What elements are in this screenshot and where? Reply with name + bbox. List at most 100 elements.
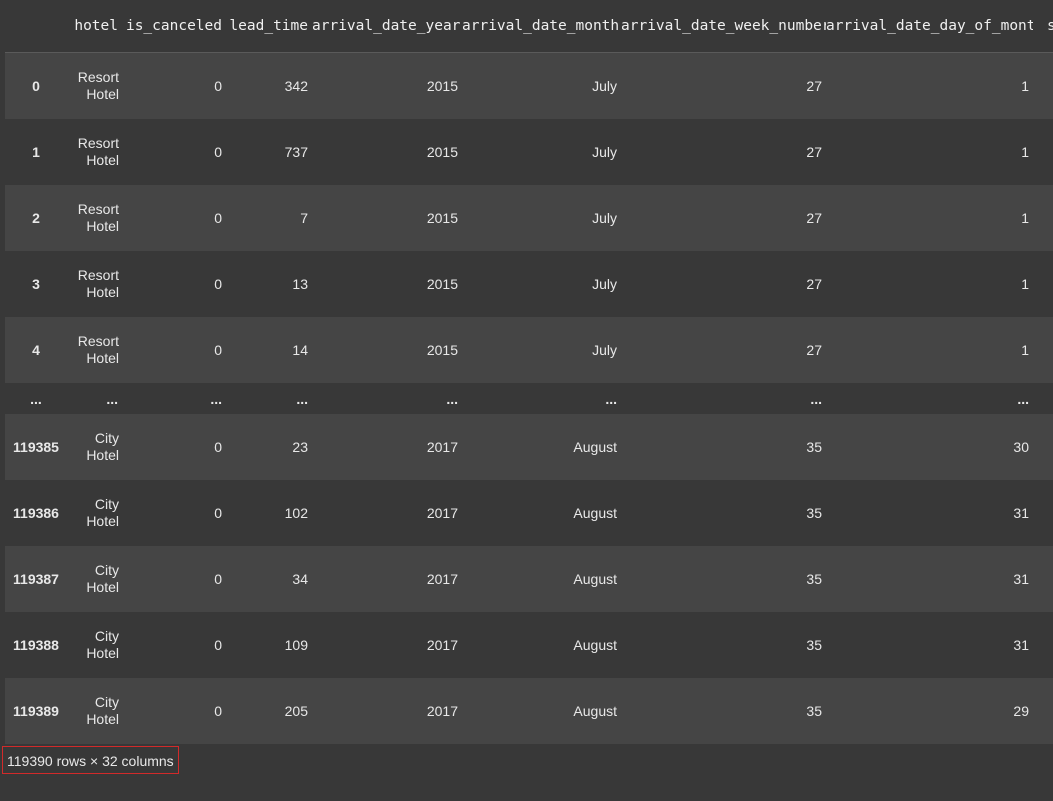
table-row: 119385 City Hotel 0 23 2017 August 35 30 (5, 414, 1053, 480)
row-index: 3 (32, 276, 40, 292)
cell-is-canceled: 0 (214, 342, 222, 358)
cell-is-canceled: 0 (214, 703, 222, 719)
table-row: 2 Resort Hotel 0 7 2015 July 27 1 (5, 185, 1053, 251)
cell-arrival-date-month: July (592, 342, 617, 358)
cell-hotel: City Hotel (86, 496, 119, 529)
cell-hotel: City Hotel (86, 430, 119, 463)
cell-arrival-date-month: July (592, 276, 617, 292)
cell-truncated (1033, 251, 1053, 317)
cell-arrival-date-day-of-month: 31 (1013, 571, 1029, 587)
column-header-arrival-date-month: arrival_date_month (462, 0, 621, 53)
cell-truncated (1033, 383, 1053, 414)
ellipsis-row: ... ... ... ... ... ... ... ... (5, 383, 1053, 414)
cell-truncated (1033, 119, 1053, 185)
cell-arrival-date-day-of-month: 1 (1021, 342, 1029, 358)
cell-truncated (1033, 414, 1053, 480)
cell-arrival-date-day-of-month: 30 (1013, 439, 1029, 455)
cell-is-canceled: 0 (214, 78, 222, 94)
cell-truncated (1033, 678, 1053, 744)
header-row: hotel is_canceled lead_time arrival_date… (5, 0, 1053, 53)
table-row: 119387 City Hotel 0 34 2017 August 35 31 (5, 546, 1053, 612)
ellipsis-cell: ... (67, 383, 122, 414)
row-index: 119388 (13, 637, 59, 653)
cell-arrival-date-week-number: 27 (806, 342, 822, 358)
table-row: 119386 City Hotel 0 102 2017 August 35 3… (5, 480, 1053, 546)
cell-arrival-date-week-number: 35 (806, 703, 822, 719)
cell-arrival-date-day-of-month: 1 (1021, 78, 1029, 94)
cell-lead-time: 14 (292, 342, 308, 358)
cell-arrival-date-month: August (573, 571, 617, 587)
column-header-is-canceled: is_canceled (122, 0, 226, 53)
cell-arrival-date-year: 2015 (426, 210, 458, 226)
cell-arrival-date-day-of-month: 1 (1021, 210, 1029, 226)
cell-lead-time: 23 (292, 439, 308, 455)
column-header-truncated: s (1033, 0, 1053, 53)
cell-arrival-date-day-of-month: 1 (1021, 144, 1029, 160)
ellipsis-cell: ... (226, 383, 312, 414)
ellipsis-cell: ... (826, 383, 1033, 414)
cell-hotel: Resort Hotel (77, 201, 119, 234)
ellipsis-cell: ... (122, 383, 226, 414)
cell-arrival-date-week-number: 27 (806, 144, 822, 160)
cell-is-canceled: 0 (214, 144, 222, 160)
cell-arrival-date-month: August (573, 439, 617, 455)
ellipsis-cell: ... (462, 383, 621, 414)
row-index: 0 (32, 78, 40, 94)
row-index: 2 (32, 210, 40, 226)
column-header-arrival-date-year: arrival_date_year (312, 0, 462, 53)
cell-arrival-date-year: 2017 (426, 439, 458, 455)
cell-arrival-date-month: July (592, 144, 617, 160)
cell-arrival-date-day-of-month: 29 (1013, 703, 1029, 719)
column-header-arrival-date-week-number: arrival_date_week_number (621, 0, 826, 53)
cell-truncated (1033, 317, 1053, 383)
cell-truncated (1033, 612, 1053, 678)
cell-lead-time: 102 (284, 505, 308, 521)
cell-truncated (1033, 480, 1053, 546)
row-index: 1 (32, 144, 40, 160)
table-row: 0 Resort Hotel 0 342 2015 July 27 1 (5, 52, 1053, 119)
cell-arrival-date-month: August (573, 505, 617, 521)
table-row: 119389 City Hotel 0 205 2017 August 35 2… (5, 678, 1053, 744)
ellipsis-cell: ... (621, 383, 826, 414)
cell-arrival-date-day-of-month: 1 (1021, 276, 1029, 292)
cell-lead-time: 737 (284, 144, 308, 160)
cell-arrival-date-month: August (573, 637, 617, 653)
cell-arrival-date-year: 2015 (426, 144, 458, 160)
cell-lead-time: 205 (284, 703, 308, 719)
ellipsis-cell: ... (312, 383, 462, 414)
cell-arrival-date-week-number: 27 (806, 78, 822, 94)
column-header-hotel: hotel (67, 0, 122, 53)
cell-arrival-date-year: 2017 (426, 637, 458, 653)
cell-arrival-date-week-number: 35 (806, 637, 822, 653)
cell-arrival-date-month: July (592, 78, 617, 94)
cell-lead-time: 109 (284, 637, 308, 653)
table-row: 4 Resort Hotel 0 14 2015 July 27 1 (5, 317, 1053, 383)
cell-arrival-date-week-number: 35 (806, 439, 822, 455)
row-index: 4 (32, 342, 40, 358)
cell-arrival-date-year: 2015 (426, 276, 458, 292)
column-header-lead-time: lead_time (226, 0, 312, 53)
cell-arrival-date-year: 2015 (426, 342, 458, 358)
cell-arrival-date-year: 2017 (426, 571, 458, 587)
cell-is-canceled: 0 (214, 505, 222, 521)
cell-arrival-date-year: 2017 (426, 703, 458, 719)
row-index: 119389 (13, 703, 59, 719)
cell-lead-time: 342 (284, 78, 308, 94)
cell-arrival-date-day-of-month: 31 (1013, 637, 1029, 653)
ellipsis-cell: ... (5, 383, 67, 414)
cell-arrival-date-month: August (573, 703, 617, 719)
table-row: 1 Resort Hotel 0 737 2015 July 27 1 (5, 119, 1053, 185)
cell-arrival-date-year: 2015 (426, 78, 458, 94)
cell-is-canceled: 0 (214, 637, 222, 653)
cell-is-canceled: 0 (214, 571, 222, 587)
cell-hotel: Resort Hotel (77, 267, 119, 300)
cell-arrival-date-week-number: 35 (806, 571, 822, 587)
cell-arrival-date-month: July (592, 210, 617, 226)
cell-is-canceled: 0 (214, 439, 222, 455)
dataframe-shape-label: 119390 rows × 32 columns (2, 746, 179, 774)
row-index: 119385 (13, 439, 59, 455)
cell-truncated (1033, 185, 1053, 251)
cell-lead-time: 7 (300, 210, 308, 226)
cell-lead-time: 13 (292, 276, 308, 292)
cell-hotel: Resort Hotel (77, 135, 119, 168)
